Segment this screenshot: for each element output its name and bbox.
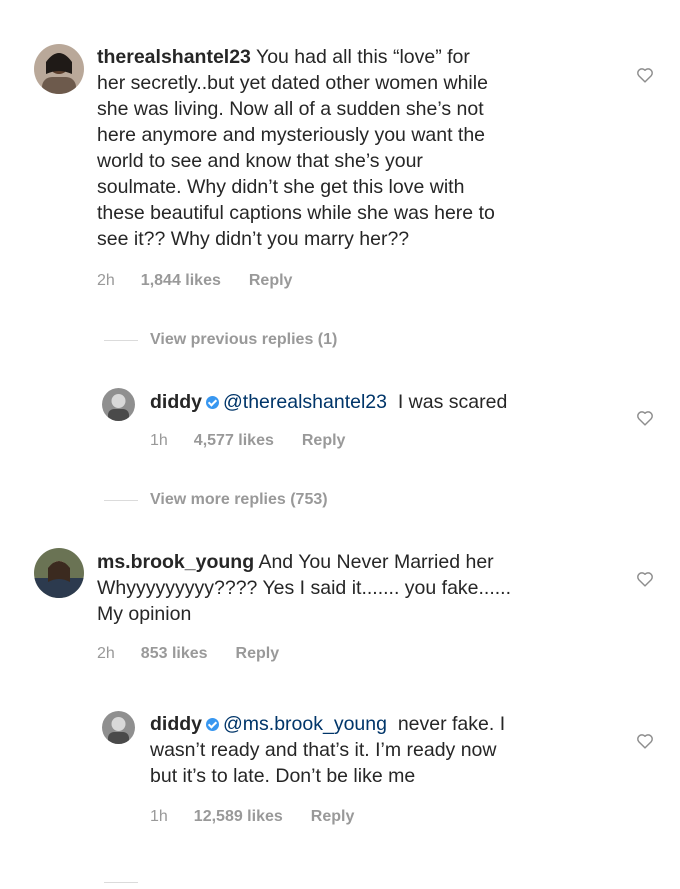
view-previous-replies-button[interactable]: View previous replies (1)	[150, 331, 337, 349]
reply-button[interactable]: Reply	[311, 808, 355, 825]
avatar-therealshantel23[interactable]	[34, 44, 84, 94]
avatar-diddy[interactable]	[102, 711, 135, 744]
comment-line: wasn’t ready and that’s it. I’m ready no…	[150, 739, 497, 761]
comment-meta: 2h 1,844 likes Reply	[97, 272, 320, 290]
comment-line: these beautiful captions while she was h…	[97, 202, 495, 224]
comment-line: but it’s to late. Don’t be like me	[150, 765, 416, 787]
comment-meta: 2h 853 likes Reply	[97, 645, 307, 663]
comment-line: I was scared	[397, 391, 508, 413]
reply-meta: 1h 12,589 likes Reply	[150, 808, 382, 826]
avatar-ms-brook-young[interactable]	[34, 548, 84, 598]
timestamp: 1h	[150, 432, 168, 449]
mention-link[interactable]: @therealshantel23	[223, 391, 387, 413]
timestamp: 2h	[97, 272, 115, 289]
mention-link[interactable]: @ms.brook_young	[223, 713, 387, 735]
comment-line: You had all this “love” for	[255, 46, 470, 68]
comment-text: ms.brook_young And You Never Married her…	[97, 549, 617, 627]
reply-button[interactable]: Reply	[302, 432, 346, 449]
divider-line	[104, 340, 138, 341]
comment-line: My opinion	[97, 603, 192, 625]
divider-line	[104, 882, 138, 883]
comment-line: And You Never Married her	[258, 551, 494, 573]
comment-line: Whyyyyyyyyy???? Yes I said it....... you…	[97, 577, 512, 599]
view-more-replies-button[interactable]: View more replies (753)	[150, 491, 328, 509]
likes-count[interactable]: 12,589 likes	[194, 808, 283, 825]
reply-text: diddy @ms.brook_young never fake. I wasn’…	[150, 711, 620, 789]
like-heart-icon[interactable]	[636, 733, 654, 749]
comment-line: soulmate. Why didn’t she get this love w…	[97, 176, 465, 198]
timestamp: 2h	[97, 645, 115, 662]
comment-line: never fake. I	[397, 713, 506, 735]
likes-count[interactable]: 853 likes	[141, 645, 208, 662]
reply-text: diddy @therealshantel23 I was scared	[150, 389, 620, 415]
reply-meta: 1h 4,577 likes Reply	[150, 432, 373, 450]
comment-line: see it?? Why didn’t you marry her??	[97, 228, 410, 250]
comment-text: therealshantel23 You had all this “love”…	[97, 44, 617, 252]
likes-count[interactable]: 4,577 likes	[194, 432, 274, 449]
username[interactable]: therealshantel23	[97, 46, 251, 68]
like-heart-icon[interactable]	[636, 571, 654, 587]
username[interactable]: diddy	[150, 713, 202, 735]
avatar-diddy[interactable]	[102, 388, 135, 421]
verified-badge-icon	[206, 718, 219, 731]
username[interactable]: ms.brook_young	[97, 551, 254, 573]
like-heart-icon[interactable]	[636, 67, 654, 83]
comment-line: her secretly..but yet dated other women …	[97, 72, 488, 94]
likes-count[interactable]: 1,844 likes	[141, 272, 221, 289]
reply-button[interactable]: Reply	[249, 272, 293, 289]
comment-line: here anymore and mysteriously you want t…	[97, 124, 486, 146]
like-heart-icon[interactable]	[636, 410, 654, 426]
verified-badge-icon	[206, 396, 219, 409]
comment-line: she was living. Now all of a sudden she’…	[97, 98, 484, 120]
username[interactable]: diddy	[150, 391, 202, 413]
reply-button[interactable]: Reply	[236, 645, 280, 662]
timestamp: 1h	[150, 808, 168, 825]
comment-line: world to see and know that she’s your	[97, 150, 423, 172]
divider-line	[104, 500, 138, 501]
